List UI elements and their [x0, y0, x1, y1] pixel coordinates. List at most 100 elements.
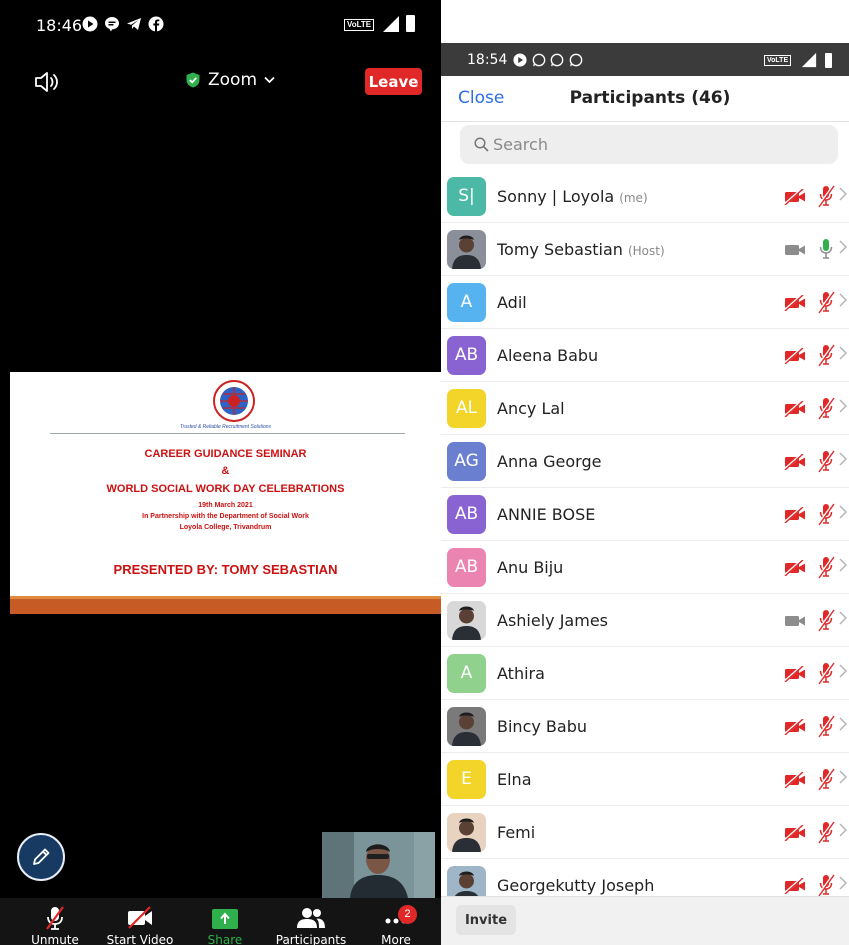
participant-row[interactable]: Georgekutty Joseph: [441, 859, 849, 896]
participant-row[interactable]: Tomy Sebastian (Host): [441, 223, 849, 276]
mic-muted-icon: [816, 343, 836, 367]
whatsapp-notification-icon: [569, 53, 583, 67]
video-off-icon: [784, 348, 805, 364]
slide-tagline: Trusted & Reliable Recruitment Solutions: [179, 424, 272, 430]
participant-name: Sonny | Loyola: [497, 187, 615, 206]
participant-name: Georgekutty Joseph: [497, 876, 655, 895]
status-time: 18:46: [36, 16, 83, 35]
video-off-icon: [784, 454, 805, 470]
close-button[interactable]: Close: [458, 88, 504, 108]
more-button[interactable]: More: [351, 898, 441, 945]
participant-row[interactable]: AB Aleena Babu: [441, 329, 849, 382]
participants-list: S| Sonny | Loyola (me) Tomy Sebastian (Host)…: [441, 170, 849, 896]
muted-mic-icon: [46, 906, 64, 930]
speaker-icon[interactable]: [34, 71, 60, 93]
chevron-right-icon: [839, 293, 847, 307]
participant-row[interactable]: AB Anu Biju: [441, 541, 849, 594]
participants-header: Participants (46) Close: [441, 76, 849, 122]
battery-icon: [825, 53, 832, 68]
slide-partnership: In Partnership with the Department of So…: [142, 513, 309, 520]
participant-name: Elna: [497, 770, 532, 789]
share-screen-icon: [212, 909, 238, 929]
participant-row[interactable]: AL Ancy Lal: [441, 382, 849, 435]
meeting-title: Zoom: [208, 70, 258, 90]
mic-muted-icon: [816, 608, 836, 632]
leave-button[interactable]: Leave: [365, 68, 422, 95]
video-off-icon: [784, 507, 805, 523]
self-video-thumbnail[interactable]: [322, 832, 435, 898]
participant-row[interactable]: AB ANNIE BOSE: [441, 488, 849, 541]
participants-button[interactable]: Participants: [266, 898, 356, 945]
facebook-notification-icon: [148, 16, 164, 32]
participant-name-line: Femi: [497, 823, 535, 842]
chevron-right-icon: [839, 876, 847, 890]
slide-heading-celebrations: WORLD SOCIAL WORK DAY CELEBRATIONS: [106, 483, 345, 495]
chat-notification-icon: [105, 17, 119, 32]
mic-muted-icon: [816, 555, 836, 579]
annotate-button[interactable]: [17, 833, 65, 881]
meeting-toolbar: Unmute Start Video Share Participants Mo…: [0, 898, 441, 945]
recruitment-logo-icon: [213, 380, 255, 422]
participant-name-line: Georgekutty Joseph: [497, 876, 654, 895]
participant-name: Adil: [497, 293, 527, 312]
mic-muted-icon: [816, 661, 836, 685]
avatar-initials: A: [447, 654, 486, 693]
chevron-down-icon: [264, 76, 275, 84]
slide-divider: [50, 433, 405, 434]
mic-muted-icon: [816, 449, 836, 473]
video-off-icon: [128, 906, 152, 929]
more-notification-badge: 2: [398, 905, 417, 924]
play-notification-icon: [82, 16, 98, 32]
person-photo-icon: [452, 606, 481, 640]
chevron-right-icon: [839, 770, 847, 784]
participant-row[interactable]: Ashiely James: [441, 594, 849, 647]
avatar-initials: AG: [447, 442, 486, 481]
invite-button[interactable]: Invite: [456, 905, 516, 935]
mic-muted-icon: [816, 714, 836, 738]
participants-screen: 18:54 VoLTE Participants (46) Close S| So…: [441, 43, 849, 945]
avatar-initials: AL: [447, 389, 486, 428]
participant-row[interactable]: Bincy Babu: [441, 700, 849, 753]
video-off-icon: [784, 825, 805, 841]
search-input[interactable]: [493, 131, 793, 157]
participants-label: Participants: [275, 933, 347, 945]
person-photo-icon: [454, 871, 479, 896]
mic-muted-icon: [816, 184, 836, 208]
participant-row[interactable]: S| Sonny | Loyola (me): [441, 170, 849, 223]
participant-row[interactable]: E Elna: [441, 753, 849, 806]
slide-presenter: PRESENTED BY: TOMY SEBASTIAN: [113, 562, 338, 577]
video-on-icon: [785, 245, 805, 255]
participant-row[interactable]: AG Anna George: [441, 435, 849, 488]
participant-role: (me): [619, 191, 648, 205]
person-photo-icon: [452, 818, 481, 852]
unmute-label: Unmute: [31, 933, 79, 945]
mic-on-icon: [819, 239, 833, 259]
avatar-photo: [447, 707, 486, 746]
participant-name: Ancy Lal: [497, 399, 565, 418]
participant-row[interactable]: Femi: [441, 806, 849, 859]
chevron-right-icon: [839, 240, 847, 254]
mic-muted-icon: [816, 767, 836, 791]
chevron-right-icon: [839, 452, 847, 466]
avatar-initials: S|: [447, 177, 486, 216]
video-off-icon: [784, 666, 805, 682]
participant-row[interactable]: A Athira: [441, 647, 849, 700]
avatar-initials: A: [447, 283, 486, 322]
person-video-icon: [322, 832, 435, 898]
video-off-icon: [784, 878, 805, 894]
mic-muted-icon: [816, 290, 836, 314]
signal-icon: [801, 52, 817, 68]
participant-name-line: Adil: [497, 293, 527, 312]
video-off-icon: [784, 401, 805, 417]
avatar-initials: AB: [447, 548, 486, 587]
participant-row[interactable]: A Adil: [441, 276, 849, 329]
participants-footer: Invite: [441, 896, 849, 945]
share-button[interactable]: Share: [180, 898, 270, 945]
avatar-photo: [447, 601, 486, 640]
unmute-button[interactable]: Unmute: [10, 898, 100, 945]
meeting-title-dropdown[interactable]: Zoom: [185, 70, 275, 90]
start-video-button[interactable]: Start Video: [95, 898, 185, 945]
person-photo-icon: [452, 235, 481, 269]
status-bar: 18:46 VoLTE: [0, 0, 441, 52]
slide-ampersand: &: [221, 465, 230, 477]
